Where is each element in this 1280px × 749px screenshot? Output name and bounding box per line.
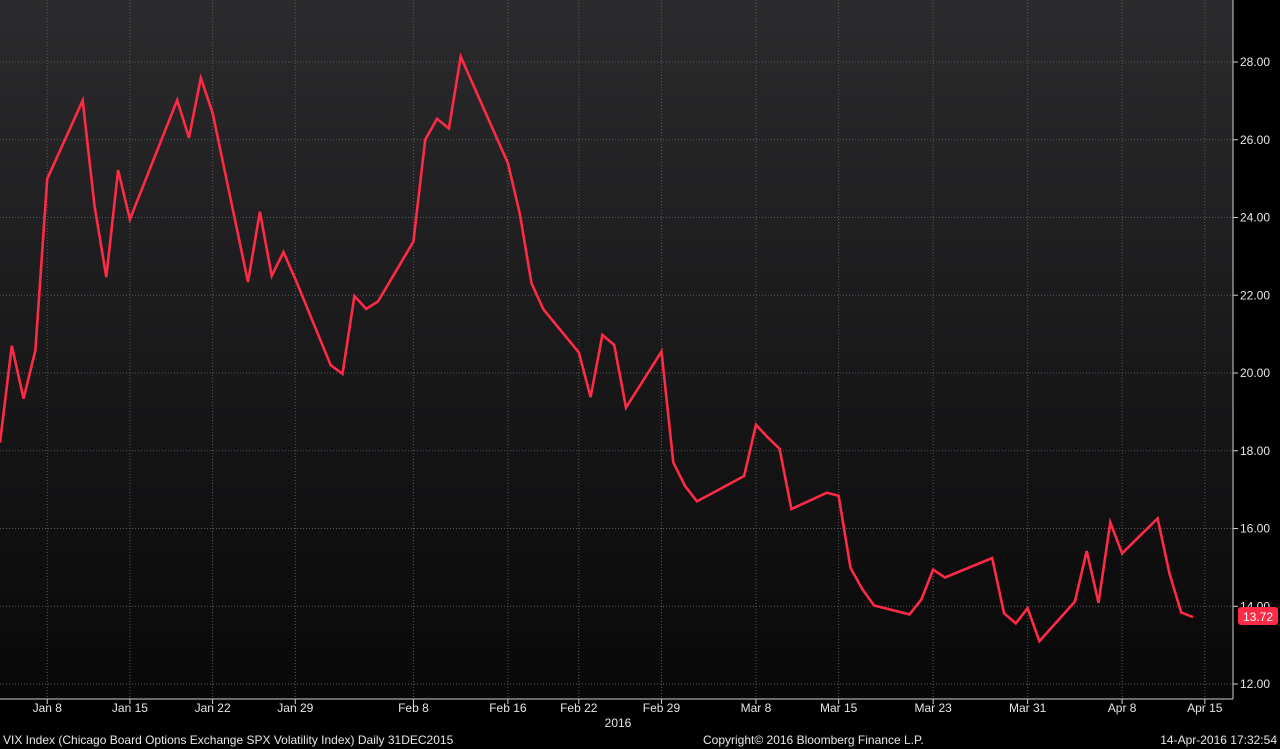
year-label: 2016 xyxy=(605,716,632,730)
x-tick-label: Feb 8 xyxy=(398,701,429,715)
x-tick-label: Apr 8 xyxy=(1108,701,1137,715)
y-tick-label: 12.00 xyxy=(1240,677,1270,691)
x-tick-label: Mar 23 xyxy=(914,701,952,715)
y-tick-label: 18.00 xyxy=(1240,444,1270,458)
x-tick-label: Apr 15 xyxy=(1187,701,1223,715)
y-tick-label: 28.00 xyxy=(1240,55,1270,69)
x-tick-label: Jan 15 xyxy=(112,701,148,715)
footer-timestamp: 14-Apr-2016 17:32:54 xyxy=(1160,733,1277,747)
x-axis-ticks: Jan 8 Jan 15 Jan 22 Jan 29 Feb 8 Feb 16 Feb 22… xyxy=(33,699,1223,715)
footer-bar: VIX Index (Chicago Board Options Exchang… xyxy=(0,731,1280,749)
y-tick-label: 24.00 xyxy=(1240,211,1270,225)
last-value-badge: 13.72 xyxy=(1238,607,1278,625)
x-tick-label: Jan 29 xyxy=(277,701,313,715)
footer-copyright: Copyright© 2016 Bloomberg Finance L.P. xyxy=(703,733,924,747)
x-tick-label: Jan 22 xyxy=(195,701,231,715)
x-tick-label: Mar 31 xyxy=(1009,701,1047,715)
y-tick-label: 26.00 xyxy=(1240,133,1270,147)
x-tick-label: Feb 29 xyxy=(643,701,681,715)
plot-background xyxy=(0,0,1233,699)
y-tick-label: 16.00 xyxy=(1240,522,1270,536)
y-tick-label: 22.00 xyxy=(1240,288,1270,302)
footer-security-description: VIX Index (Chicago Board Options Exchang… xyxy=(3,733,454,747)
vix-line-chart: 12.0014.0016.0018.0020.0022.0024.0026.00… xyxy=(0,0,1278,730)
x-tick-label: Mar 15 xyxy=(820,701,858,715)
y-tick-label: 20.00 xyxy=(1240,366,1270,380)
x-tick-label: Feb 22 xyxy=(560,701,598,715)
x-tick-label: Feb 16 xyxy=(489,701,527,715)
last-value-text: 13.72 xyxy=(1243,610,1273,624)
y-axis-ticks: 12.0014.0016.0018.0020.0022.0024.0026.00… xyxy=(1233,55,1270,691)
x-tick-label: Mar 8 xyxy=(741,701,772,715)
x-tick-label: Jan 8 xyxy=(33,701,63,715)
